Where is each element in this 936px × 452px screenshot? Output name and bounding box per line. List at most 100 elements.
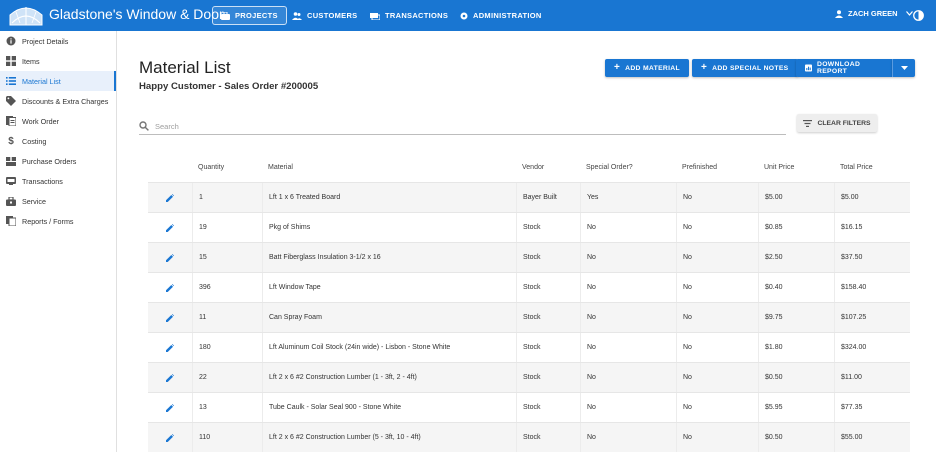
special-order-cell: Yes	[580, 183, 676, 212]
material-cell: Pkg of Shims	[262, 213, 516, 242]
header-unit-price[interactable]: Unit Price	[758, 152, 834, 182]
sidebar-item-material-list[interactable]: Material List	[0, 71, 116, 91]
table-row: 15 Batt Fiberglass Insulation 3-1/2 x 16 S…	[148, 242, 910, 272]
edit-pencil-icon[interactable]	[166, 343, 174, 352]
total-price-cell: $16.15	[834, 213, 910, 242]
total-price-cell: $77.35	[834, 393, 910, 422]
unit-price-cell: $0.50	[758, 363, 834, 392]
quantity-cell: 15	[192, 243, 262, 272]
vendor-cell: Stock	[516, 393, 580, 422]
material-cell: Can Spray Foam	[262, 303, 516, 332]
special-order-cell: No	[580, 363, 676, 392]
edit-cell	[148, 423, 192, 452]
edit-pencil-icon[interactable]	[166, 253, 174, 262]
sidebar: Project Details Items Material List Disc…	[0, 31, 117, 452]
edit-pencil-icon[interactable]	[166, 403, 174, 412]
sidebar-item-label: Transactions	[22, 176, 63, 186]
sidebar-item-purchase-orders[interactable]: Purchase Orders	[0, 151, 116, 171]
edit-pencil-icon[interactable]	[166, 223, 174, 232]
top-app-bar: Gladstone's Window & Door PROJECTS CUSTO…	[0, 0, 936, 31]
quantity-cell: 1	[192, 183, 262, 212]
total-price-cell: $37.50	[834, 243, 910, 272]
table-header: Quantity Material Vendor Special Order? …	[148, 152, 910, 182]
add-special-notes-button[interactable]: + ADD SPECIAL NOTES	[692, 59, 798, 77]
sidebar-item-work-order[interactable]: Work Order	[0, 111, 116, 131]
vendor-cell: Bayer Built	[516, 183, 580, 212]
company-logo[interactable]	[8, 3, 44, 27]
nav-projects[interactable]: PROJECTS	[212, 6, 287, 25]
transactions-icon	[370, 12, 380, 20]
quantity-cell: 11	[192, 303, 262, 332]
unit-price-cell: $0.40	[758, 273, 834, 302]
edit-pencil-icon[interactable]	[166, 283, 174, 292]
report-icon	[805, 64, 812, 72]
sidebar-item-discounts[interactable]: Discounts & Extra Charges	[0, 91, 116, 111]
prefinished-cell: No	[676, 393, 758, 422]
theme-toggle-icon[interactable]	[913, 10, 924, 21]
sidebar-item-project-details[interactable]: Project Details	[0, 31, 116, 51]
nav-administration-label: ADMINISTRATION	[473, 11, 542, 20]
quantity-cell: 13	[192, 393, 262, 422]
nav-projects-label: PROJECTS	[235, 11, 278, 20]
transactions-icon	[6, 176, 16, 186]
sidebar-item-costing[interactable]: $ Costing	[0, 131, 116, 151]
header-total-price[interactable]: Total Price	[834, 152, 910, 182]
add-material-button[interactable]: + ADD MATERIAL	[605, 59, 689, 77]
tag-icon	[6, 96, 16, 106]
edit-cell	[148, 183, 192, 212]
prefinished-cell: No	[676, 333, 758, 362]
edit-cell	[148, 363, 192, 392]
special-order-cell: No	[580, 423, 676, 452]
sidebar-item-items[interactable]: Items	[0, 51, 116, 71]
material-cell: Lft Aluminum Coil Stock (24in wide) - Li…	[262, 333, 516, 362]
sidebar-item-service[interactable]: Service	[0, 191, 116, 211]
sidebar-item-label: Items	[22, 56, 40, 66]
sidebar-item-transactions[interactable]: Transactions	[0, 171, 116, 191]
search-input[interactable]	[155, 121, 755, 131]
prefinished-cell: No	[676, 363, 758, 392]
special-order-cell: No	[580, 213, 676, 242]
nav-customers[interactable]: CUSTOMERS	[292, 6, 357, 25]
filter-list-icon	[803, 119, 813, 127]
prefinished-cell: No	[676, 423, 758, 452]
clear-filters-button[interactable]: CLEAR FILTERS	[797, 114, 877, 132]
edit-pencil-icon[interactable]	[166, 193, 174, 202]
unit-price-cell: $0.85	[758, 213, 834, 242]
header-quantity[interactable]: Quantity	[192, 152, 262, 182]
sidebar-item-label: Project Details	[22, 36, 69, 46]
edit-pencil-icon[interactable]	[166, 313, 174, 322]
total-price-cell: $55.00	[834, 423, 910, 452]
chevron-down-icon	[905, 11, 913, 16]
table-row: 13 Tube Caulk - Solar Seal 900 - Stone Wh…	[148, 392, 910, 422]
prefinished-cell: No	[676, 273, 758, 302]
purchase-orders-icon	[6, 156, 16, 166]
edit-cell	[148, 393, 192, 422]
sidebar-item-label: Service	[22, 196, 46, 206]
vendor-cell: Stock	[516, 333, 580, 362]
header-special-order[interactable]: Special Order?	[580, 152, 676, 182]
total-price-cell: $324.00	[834, 333, 910, 362]
edit-cell	[148, 243, 192, 272]
material-cell: Batt Fiberglass Insulation 3-1/2 x 16	[262, 243, 516, 272]
special-order-cell: No	[580, 333, 676, 362]
sidebar-item-reports-forms[interactable]: Reports / Forms	[0, 211, 116, 231]
download-report-button[interactable]: DOWNLOAD REPORT	[796, 59, 892, 77]
material-table: Quantity Material Vendor Special Order? …	[148, 152, 910, 452]
edit-pencil-icon[interactable]	[166, 433, 174, 442]
user-menu[interactable]: ZACH GREEN	[835, 9, 913, 18]
brand-name[interactable]: Gladstone's Window & Door	[49, 6, 224, 22]
header-material[interactable]: Material	[262, 152, 516, 182]
account-icon	[835, 9, 843, 18]
edit-pencil-icon[interactable]	[166, 373, 174, 382]
header-prefinished[interactable]: Prefinished	[676, 152, 758, 182]
user-name: ZACH GREEN	[848, 9, 898, 18]
download-report-menu-button[interactable]	[892, 59, 915, 77]
nav-transactions[interactable]: TRANSACTIONS	[370, 6, 448, 25]
header-vendor[interactable]: Vendor	[516, 152, 580, 182]
add-special-notes-label: ADD SPECIAL NOTES	[712, 64, 789, 72]
unit-price-cell: $1.80	[758, 333, 834, 362]
nav-administration[interactable]: ADMINISTRATION	[460, 6, 542, 25]
plus-icon: +	[701, 62, 708, 73]
sidebar-item-label: Work Order	[22, 116, 60, 126]
plus-icon: +	[614, 62, 621, 73]
